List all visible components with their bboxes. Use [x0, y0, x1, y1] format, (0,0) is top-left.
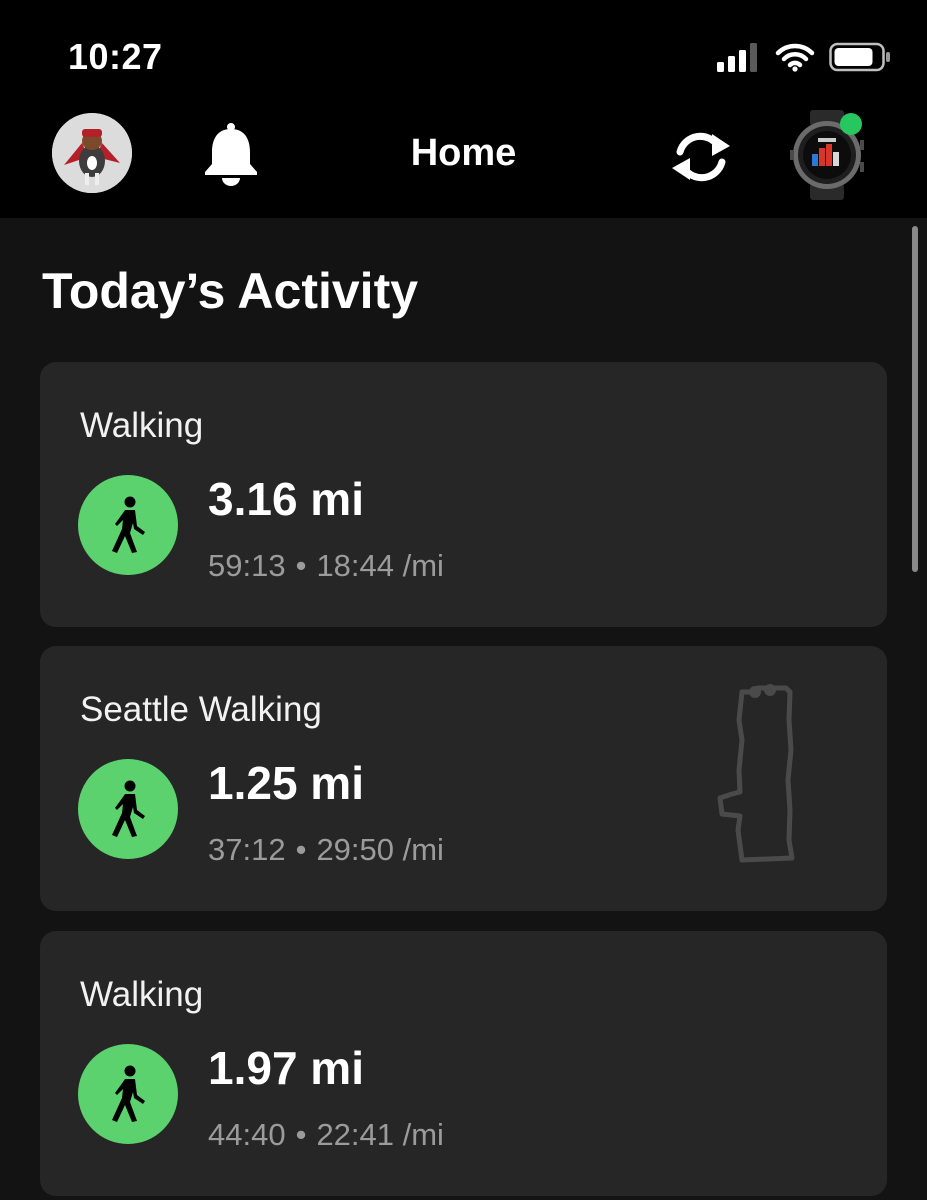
- activity-type-badge: [78, 1044, 178, 1144]
- activity-distance: 1.97 mi: [208, 1042, 364, 1094]
- activity-type-badge: [78, 475, 178, 575]
- activity-card[interactable]: Walking 3.16 mi 59:13 • 18:44 /mi: [40, 362, 887, 627]
- walking-icon: [112, 780, 145, 837]
- activity-pace: 22:41 /mi: [316, 1117, 444, 1152]
- activity-distance: 3.16 mi: [208, 473, 364, 525]
- route-map-thumbnail: [717, 684, 795, 863]
- activity-duration: 59:13: [208, 548, 286, 583]
- walking-icon: [112, 1065, 145, 1122]
- activity-duration: 44:40: [208, 1117, 286, 1152]
- scrollbar[interactable]: [912, 226, 918, 572]
- activity-name: Walking: [80, 975, 204, 1014]
- device-connected-indicator: [840, 113, 862, 135]
- cellular-signal-icon: [717, 43, 757, 72]
- status-time: 10:27: [68, 36, 163, 77]
- status-icons: [717, 40, 891, 74]
- activity-card[interactable]: Walking 1.97 mi 44:40 • 22:41 /mi: [40, 931, 887, 1196]
- sync-icon[interactable]: [668, 124, 734, 190]
- activity-pace: 18:44 /mi: [316, 548, 444, 583]
- activity-card[interactable]: Seattle Walking 1.25 mi 37:12 • 29:50 /mi: [40, 646, 887, 911]
- status-bar: 10:27: [0, 0, 927, 100]
- activity-type-badge: [78, 759, 178, 859]
- stats-separator: •: [295, 832, 307, 867]
- stats-separator: •: [295, 548, 307, 583]
- wifi-icon: [775, 43, 815, 72]
- activity-stats: 44:40 • 22:41 /mi: [208, 1117, 444, 1153]
- section-title: Today’s Activity: [42, 263, 419, 319]
- activity-name: Walking: [80, 406, 204, 445]
- activity-stats: 37:12 • 29:50 /mi: [208, 832, 444, 868]
- activity-name: Seattle Walking: [80, 690, 322, 729]
- stats-separator: •: [295, 1117, 307, 1152]
- activity-duration: 37:12: [208, 832, 286, 867]
- battery-icon: [829, 42, 890, 72]
- activity-distance: 1.25 mi: [208, 757, 364, 809]
- nav-bar: Home: [0, 100, 927, 218]
- activity-pace: 29:50 /mi: [316, 832, 444, 867]
- activity-stats: 59:13 • 18:44 /mi: [208, 548, 444, 584]
- walking-icon: [112, 496, 145, 553]
